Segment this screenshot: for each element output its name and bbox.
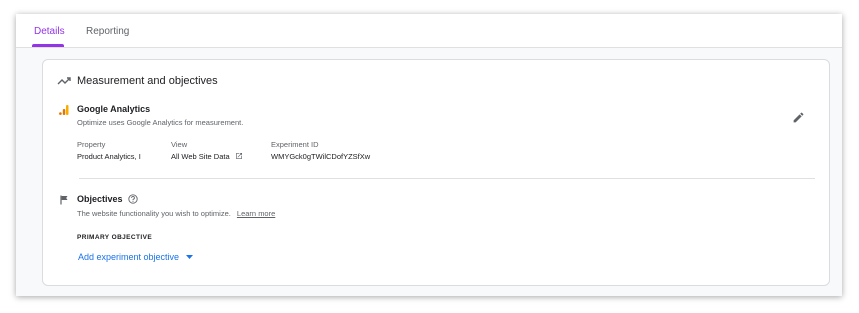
section-title: Measurement and objectives	[77, 75, 218, 87]
edit-pencil-icon[interactable]	[792, 111, 805, 124]
google-analytics-icon	[59, 105, 69, 115]
view-value: All Web Site Data	[171, 152, 230, 161]
learn-more-link[interactable]: Learn more	[237, 209, 275, 218]
add-experiment-objective-button[interactable]: Add experiment objective	[78, 251, 193, 262]
objectives-title: Objectives	[77, 194, 123, 204]
analytics-subtitle: Optimize uses Google Analytics for measu…	[77, 118, 244, 127]
measurement-objectives-card: Measurement and objectives Google Analyt…	[42, 59, 830, 286]
analytics-title: Google Analytics	[77, 104, 151, 114]
objectives-description: The website functionality you wish to op…	[77, 209, 231, 218]
tab-active-indicator	[32, 44, 64, 47]
property-label: Property	[77, 140, 106, 149]
objectives-description-row: The website functionality you wish to op…	[77, 209, 275, 218]
experiment-id-label: Experiment ID	[271, 140, 319, 149]
view-link[interactable]: All Web Site Data	[171, 152, 243, 162]
section-divider	[79, 178, 815, 179]
experiment-details-panel: Details Reporting Measurement and object…	[16, 14, 842, 296]
tab-reporting[interactable]: Reporting	[86, 26, 129, 37]
tab-bar: Details Reporting	[16, 14, 842, 48]
property-value: Product Analytics, I	[77, 152, 141, 161]
primary-objective-label: PRIMARY OBJECTIVE	[77, 234, 153, 241]
flag-icon	[60, 195, 69, 205]
dropdown-arrow-icon	[185, 251, 193, 261]
experiment-id-value: WMYGck0gTWilCDofYZSfXw	[271, 152, 371, 161]
tab-details[interactable]: Details	[34, 26, 65, 37]
help-circle-icon[interactable]	[128, 194, 138, 204]
view-label: View	[171, 140, 188, 149]
open-in-new-icon	[235, 152, 243, 162]
add-objective-label: Add experiment objective	[78, 252, 180, 262]
trending-up-icon	[57, 76, 71, 86]
